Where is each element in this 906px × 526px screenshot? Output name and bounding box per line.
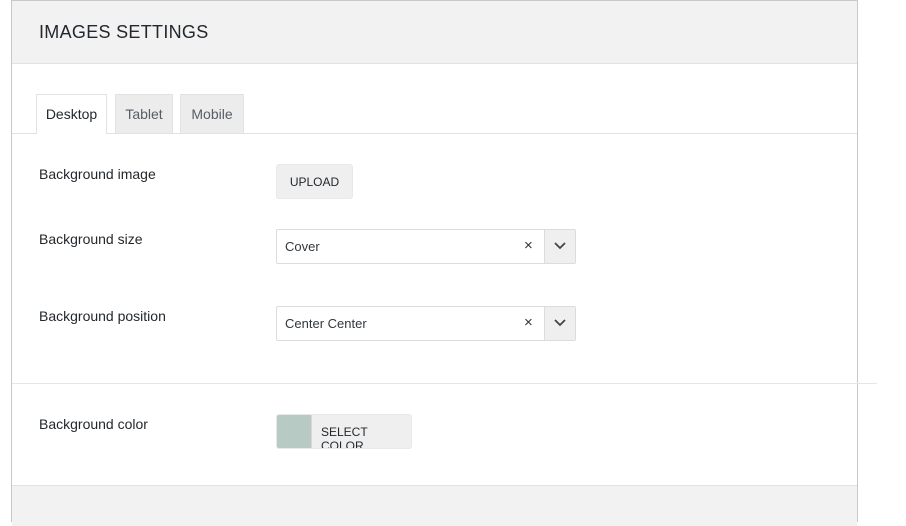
background-position-value: Center Center <box>285 316 367 331</box>
select-color-button[interactable]: SELECT COLOR <box>276 414 412 449</box>
panel-title: IMAGES SETTINGS <box>39 22 209 42</box>
upload-button[interactable]: UPLOAD <box>276 164 353 199</box>
section-divider <box>12 383 877 384</box>
select-color-label: SELECT COLOR <box>321 425 368 449</box>
background-size-label: Background size <box>39 231 143 247</box>
chevron-down-icon[interactable] <box>544 307 575 340</box>
chevron-down-icon[interactable] <box>544 230 575 263</box>
color-swatch <box>277 415 312 448</box>
images-settings-panel: IMAGES SETTINGS Desktop Tablet Mobile Ba… <box>11 0 877 526</box>
tab-tablet[interactable]: Tablet <box>115 94 173 133</box>
panel-footer <box>12 485 857 526</box>
close-icon[interactable]: × <box>524 237 533 254</box>
background-position-select[interactable]: Center Center × <box>276 306 576 341</box>
background-position-label: Background position <box>39 308 166 324</box>
tab-desktop[interactable]: Desktop <box>36 94 107 134</box>
device-tabs: Desktop Tablet Mobile <box>12 94 857 134</box>
close-icon[interactable]: × <box>524 314 533 331</box>
panel-header: IMAGES SETTINGS <box>12 1 857 64</box>
background-size-select[interactable]: Cover × <box>276 229 576 264</box>
background-size-value: Cover <box>285 239 320 254</box>
background-image-label: Background image <box>39 166 156 182</box>
tab-mobile[interactable]: Mobile <box>180 94 244 133</box>
background-color-label: Background color <box>39 416 148 432</box>
